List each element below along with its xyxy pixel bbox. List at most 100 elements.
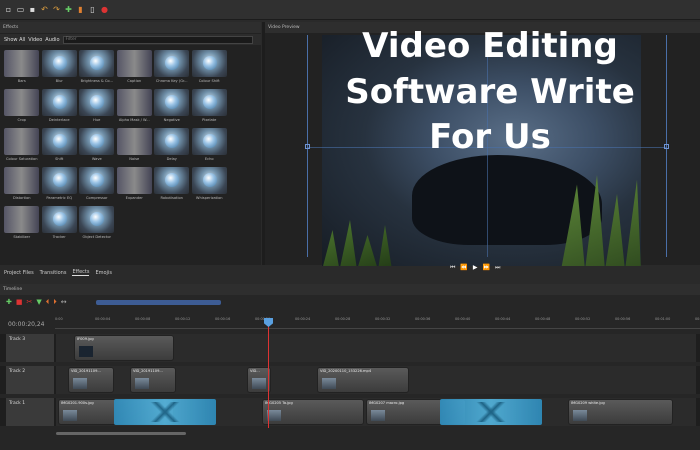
undo-icon[interactable]: ↶ bbox=[40, 5, 49, 14]
next-marker-icon[interactable]: ⏵ bbox=[53, 298, 57, 307]
track-body[interactable]: IMG0201.900s.jpg IMG0205 Ta.jpg IMG0207 … bbox=[56, 398, 696, 426]
transition-clip[interactable] bbox=[114, 399, 216, 425]
clip-thumbnail bbox=[135, 378, 149, 389]
overlay-title-line2: Software Write bbox=[345, 72, 635, 112]
effect-item[interactable]: Stabilizer bbox=[3, 206, 41, 240]
effect-thumbnail bbox=[79, 167, 115, 194]
ruler-tick-label: 00:01:00 bbox=[655, 317, 671, 321]
new-file-icon[interactable]: ▫ bbox=[4, 5, 13, 14]
previous-marker-icon[interactable]: ⏴ bbox=[46, 298, 50, 307]
effect-item[interactable]: Distortion bbox=[3, 167, 41, 201]
ruler-tick-label: 00:00:08 bbox=[135, 317, 151, 321]
ruler-tick-label: 00:01:04 bbox=[695, 317, 700, 321]
clip-label: IF009.jpg bbox=[77, 337, 94, 341]
effect-thumbnail bbox=[4, 89, 40, 116]
effect-item[interactable]: Whisperization bbox=[191, 167, 229, 201]
effect-item[interactable]: Bars bbox=[3, 50, 41, 84]
add-icon[interactable]: ✚ bbox=[64, 5, 73, 14]
track-label[interactable]: Track 2 bbox=[6, 366, 54, 394]
tab-transitions[interactable]: Transitions bbox=[40, 270, 67, 276]
clip-thumbnail bbox=[73, 378, 87, 389]
effect-item[interactable]: Blur bbox=[41, 50, 79, 84]
jump-end-icon[interactable]: ⏭ bbox=[495, 264, 500, 272]
effect-label: Noise bbox=[129, 157, 140, 161]
clip-label: VID_20200110_153226.mp4 bbox=[320, 369, 372, 373]
effect-item[interactable]: Parametric EQ bbox=[41, 167, 79, 201]
effect-item[interactable]: Wave bbox=[78, 128, 116, 162]
effect-item[interactable]: Expander bbox=[116, 167, 154, 201]
rewind-icon[interactable]: ⏪ bbox=[460, 264, 467, 272]
save-icon[interactable]: ▪ bbox=[28, 5, 37, 14]
effect-label: Stabilizer bbox=[13, 235, 31, 239]
effect-item[interactable]: Tracker bbox=[41, 206, 79, 240]
ruler-tick-label: 00:00:48 bbox=[535, 317, 551, 321]
effect-label: Expander bbox=[125, 196, 143, 200]
timeline-clip[interactable]: VID_20191109... bbox=[68, 367, 114, 393]
timeline-clip[interactable]: VID_20191109... bbox=[130, 367, 176, 393]
effect-thumbnail bbox=[79, 50, 115, 77]
effect-thumbnail bbox=[41, 206, 77, 233]
clip-label: IMG0205 Ta.jpg bbox=[265, 401, 293, 405]
center-playhead-icon[interactable]: ↔ bbox=[61, 298, 67, 306]
redo-icon[interactable]: ↷ bbox=[52, 5, 61, 14]
filter-tab-show-all[interactable]: Show All bbox=[4, 37, 25, 43]
filter-tab-video[interactable]: Video bbox=[28, 37, 42, 43]
timeline-track-1: Track 1 IMG0201.900s.jpg IMG0205 Ta.jpg … bbox=[0, 398, 700, 426]
timeline-zoom-slider[interactable] bbox=[96, 300, 221, 305]
add-marker-icon[interactable]: ▼ bbox=[36, 298, 41, 306]
tab-emojis[interactable]: Emojis bbox=[95, 270, 111, 276]
effect-item[interactable]: Compressor bbox=[78, 167, 116, 201]
record-icon[interactable]: ● bbox=[100, 5, 109, 14]
play-icon[interactable]: ▶ bbox=[473, 264, 478, 272]
jump-start-icon[interactable]: ⏮ bbox=[450, 264, 455, 272]
open-folder-icon[interactable]: ▭ bbox=[16, 5, 25, 14]
fast-forward-icon[interactable]: ⏩ bbox=[483, 264, 490, 272]
tab-effects[interactable]: Effects bbox=[72, 269, 90, 276]
track-body[interactable]: IF009.jpg bbox=[56, 334, 696, 362]
clip-label: IMG0201.900s.jpg bbox=[61, 401, 94, 405]
effect-label: Parametric EQ bbox=[46, 196, 73, 200]
timeline-title: Timeline bbox=[0, 284, 700, 295]
transition-clip[interactable] bbox=[440, 399, 542, 425]
add-track-icon[interactable]: ✚ bbox=[6, 298, 12, 306]
clip-label: IMG0209 white.jpg bbox=[571, 401, 605, 405]
effect-item[interactable]: Shift bbox=[41, 128, 79, 162]
effect-item[interactable]: Brightness & Co... bbox=[78, 50, 116, 84]
timeline-ruler[interactable]: 0:00 00:00:04 00:00:08 00:00:12 00:00:16 00:0… bbox=[55, 317, 700, 329]
ruler-tick-label: 00:00:36 bbox=[415, 317, 431, 321]
clip-thumbnail bbox=[322, 378, 336, 389]
effect-item[interactable]: Crop bbox=[3, 89, 41, 123]
effect-item[interactable]: Colour Saturation bbox=[3, 128, 41, 162]
timeline-clip[interactable]: VID_20200110_153226.mp4 bbox=[317, 367, 409, 393]
effect-thumbnail bbox=[79, 128, 115, 155]
import-icon[interactable]: ▮ bbox=[76, 5, 85, 14]
snap-icon[interactable]: ■ bbox=[16, 298, 23, 306]
razor-icon[interactable]: ✂ bbox=[27, 298, 33, 306]
timeline-clip[interactable]: IF009.jpg bbox=[74, 335, 174, 361]
clip-thumbnail bbox=[63, 410, 77, 421]
ruler-tick-label: 00:00:24 bbox=[295, 317, 311, 321]
timeline-clip[interactable]: IMG0205 Ta.jpg bbox=[262, 399, 364, 425]
ruler-tick-label: 00:00:32 bbox=[375, 317, 391, 321]
timeline-clip[interactable]: IMG0209 white.jpg bbox=[568, 399, 673, 425]
clip-label: VID_20191109... bbox=[71, 369, 101, 373]
track-label[interactable]: Track 1 bbox=[6, 398, 54, 426]
timeline-horizontal-scrollbar[interactable] bbox=[56, 432, 186, 435]
export-icon[interactable]: ▯ bbox=[88, 5, 97, 14]
effect-item[interactable]: Object Detector bbox=[78, 206, 116, 240]
tab-project-files[interactable]: Project Files bbox=[4, 270, 34, 276]
effect-thumbnail bbox=[4, 128, 40, 155]
effect-label: Delay bbox=[166, 157, 177, 161]
playhead-line[interactable] bbox=[268, 322, 269, 428]
track-body[interactable]: VID_20191109... VID_20191109... VID... V… bbox=[56, 366, 696, 394]
effect-item[interactable]: Deinterlace bbox=[41, 89, 79, 123]
effect-item[interactable]: Hue bbox=[78, 89, 116, 123]
filter-tab-audio[interactable]: Audio bbox=[45, 37, 59, 43]
effect-label: Shift bbox=[55, 157, 64, 161]
video-frame-grass-left bbox=[322, 220, 392, 266]
effect-thumbnail bbox=[79, 89, 115, 116]
effect-label: Tracker bbox=[52, 235, 66, 239]
effect-thumbnail bbox=[154, 167, 190, 194]
effect-item[interactable]: Robotisation bbox=[153, 167, 191, 201]
track-label[interactable]: Track 3 bbox=[6, 334, 54, 362]
